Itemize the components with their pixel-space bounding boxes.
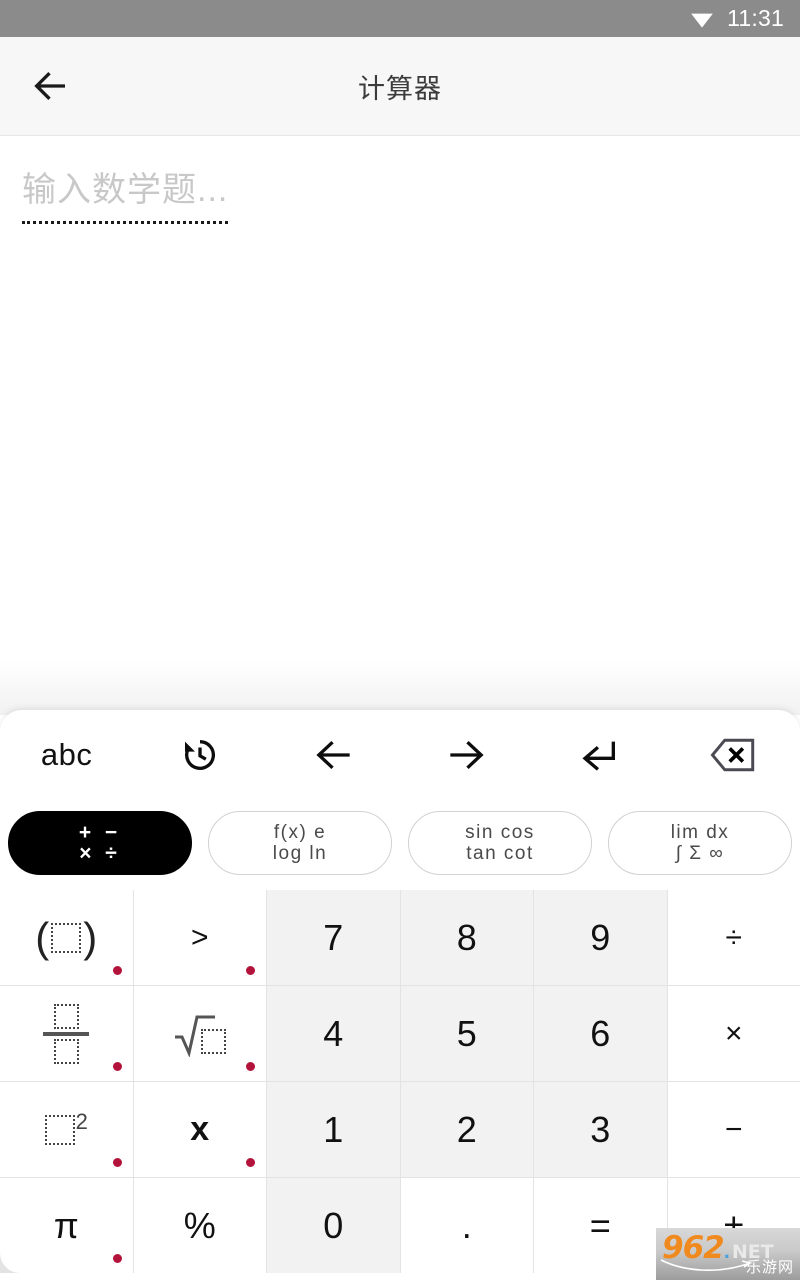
key-label: 7	[323, 916, 344, 958]
key-label: >	[190, 920, 209, 954]
key-label: 9	[590, 916, 611, 958]
chip-functions[interactable]: f(x) e log ln	[208, 810, 392, 875]
key-0[interactable]: 0	[267, 1178, 400, 1273]
key-multiply[interactable]: ×	[667, 986, 800, 1081]
key-badge-dot	[246, 966, 255, 975]
key-label: ÷	[725, 920, 742, 954]
key-variable-x[interactable]: x	[133, 1082, 266, 1177]
chip-functions-line1: f(x) e	[273, 821, 327, 843]
history-button[interactable]	[133, 710, 266, 800]
arrow-left-icon	[316, 740, 350, 770]
fraction-glyph	[43, 1003, 90, 1064]
chip-functions-line2: log ln	[272, 842, 328, 864]
key-minus[interactable]: −	[667, 1082, 800, 1177]
key-label: 5	[456, 1012, 477, 1054]
power-glyph: 2	[44, 1110, 88, 1145]
key-label: =	[589, 1204, 611, 1246]
abc-label: abc	[40, 737, 93, 772]
key-decimal-point[interactable]: .	[400, 1178, 533, 1273]
parentheses-glyph: ()	[35, 913, 98, 961]
key-divide[interactable]: ÷	[667, 890, 800, 985]
key-power-two[interactable]: 2	[0, 1082, 133, 1177]
key-2[interactable]: 2	[400, 1082, 533, 1177]
chip-trig-line1: sin cos	[465, 821, 535, 843]
key-label: %	[183, 1204, 216, 1246]
enter-button[interactable]	[533, 710, 666, 800]
arrow-right-icon	[449, 740, 484, 770]
key-8[interactable]: 8	[400, 890, 533, 985]
keyboard-fade	[0, 660, 800, 715]
key-label: 0	[323, 1204, 344, 1246]
square-root-glyph	[173, 1011, 227, 1057]
key-label: x	[190, 1110, 210, 1148]
key-parentheses[interactable]: ()	[0, 890, 133, 985]
app-bar: 计算器	[0, 37, 800, 136]
keyboard-category-chips: + − × ÷ f(x) e log ln sin cos tan cot li…	[0, 800, 800, 885]
key-square-root[interactable]	[133, 986, 266, 1081]
history-icon	[184, 740, 216, 770]
cursor-right-button[interactable]	[400, 710, 533, 800]
key-9[interactable]: 9	[534, 890, 667, 985]
chip-calculus[interactable]: lim dx ∫ Σ ∞	[608, 810, 792, 875]
key-badge-dot	[112, 966, 122, 975]
cursor-left-button[interactable]	[267, 710, 400, 800]
page-title: 计算器	[358, 73, 442, 104]
key-label: 4	[323, 1012, 344, 1054]
chip-basic[interactable]: + − × ÷	[8, 810, 192, 875]
math-input-placeholder[interactable]: 输入数学题...	[22, 162, 229, 224]
key-badge-dot	[246, 1062, 255, 1071]
key-label: 6	[590, 1012, 611, 1054]
power-exponent: 2	[75, 1108, 88, 1134]
math-keyboard: abc + − × ÷ f(x) e log ln sin cos tan co…	[0, 710, 800, 1280]
backspace-icon	[710, 738, 755, 772]
key-label: ×	[724, 1016, 743, 1050]
key-badge-dot	[112, 1062, 122, 1071]
key-greater-than[interactable]: >	[133, 890, 266, 985]
key-4[interactable]: 4	[267, 986, 400, 1081]
back-button[interactable]	[14, 50, 86, 122]
key-7[interactable]: 7	[267, 890, 400, 985]
chip-calculus-line2: ∫ Σ ∞	[675, 842, 725, 864]
key-6[interactable]: 6	[534, 986, 667, 1081]
key-label: −	[724, 1112, 743, 1146]
key-badge-dot	[246, 1158, 255, 1167]
key-label: 3	[590, 1108, 611, 1150]
wifi-icon	[691, 13, 713, 28]
key-label: 2	[456, 1108, 477, 1150]
watermark-swoosh-icon	[660, 1259, 753, 1271]
key-label: 1	[323, 1108, 344, 1150]
key-3[interactable]: 3	[534, 1082, 667, 1177]
keyboard-toolbar: abc	[0, 710, 800, 800]
key-percent[interactable]: %	[133, 1178, 266, 1273]
math-input-area[interactable]: 输入数学题...	[0, 137, 800, 710]
key-equals[interactable]: =	[534, 1178, 667, 1273]
key-fraction[interactable]	[0, 986, 133, 1081]
back-arrow-icon	[34, 71, 65, 101]
chip-trig-line2: tan cot	[466, 842, 534, 864]
key-pi[interactable]: π	[0, 1178, 133, 1273]
chip-basic-line2: × ÷	[79, 841, 121, 865]
key-badge-dot	[112, 1254, 122, 1263]
key-5[interactable]: 5	[400, 986, 533, 1081]
key-label: .	[461, 1204, 472, 1246]
chip-calculus-line1: lim dx	[670, 821, 730, 843]
key-badge-dot	[112, 1158, 122, 1167]
site-watermark: 962 . NET 乐游网	[656, 1228, 800, 1280]
chip-basic-line1: + −	[78, 820, 122, 844]
watermark-subtitle: 乐游网	[745, 1259, 794, 1276]
status-time: 11:31	[727, 5, 784, 31]
keyboard-key-grid: () > 7 8 9 ÷ 4 5 6 × 2 x 1 2 3 − π % 0 .…	[0, 890, 800, 1273]
backspace-button[interactable]	[667, 710, 800, 800]
key-label: π	[53, 1204, 79, 1246]
chip-trig[interactable]: sin cos tan cot	[408, 810, 592, 875]
abc-button[interactable]: abc	[0, 710, 133, 800]
key-label: 8	[456, 916, 477, 958]
enter-icon	[582, 741, 615, 771]
key-1[interactable]: 1	[267, 1082, 400, 1177]
status-bar: 11:31	[0, 0, 800, 37]
